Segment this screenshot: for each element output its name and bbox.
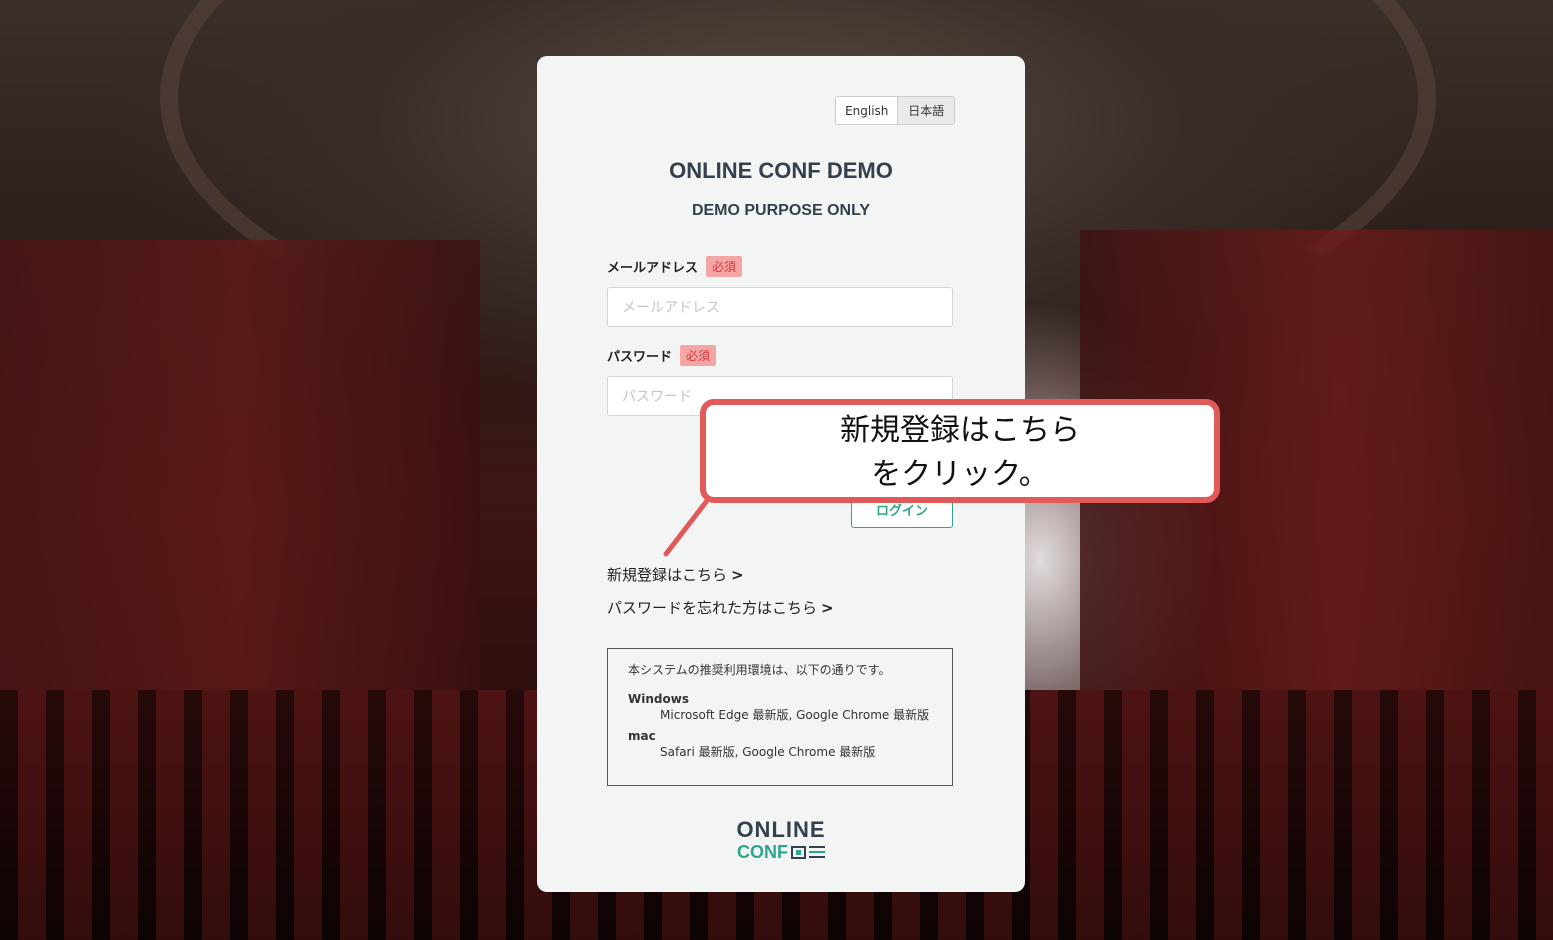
email-label: メールアドレス (607, 261, 699, 276)
lang-english-button[interactable]: English (836, 97, 898, 124)
register-link[interactable]: 新規登録はこちら > (607, 564, 744, 585)
callout-line1: 新規登録はこちら (840, 413, 1080, 448)
logo-screen-icon (791, 845, 806, 859)
email-input[interactable]: メールアドレス (607, 287, 953, 327)
lang-japanese-button[interactable]: 日本語 (897, 97, 954, 124)
logo-line2-text: CONF (737, 842, 788, 862)
chevron-right-icon: > (731, 566, 744, 584)
password-placeholder: パスワード (622, 389, 692, 405)
logo-line1: ONLINE (736, 817, 826, 842)
windows-label: Windows (628, 692, 689, 706)
page-title: ONLINE CONF DEMO (669, 158, 893, 183)
logo-lines-icon (809, 846, 825, 858)
register-link-text: 新規登録はこちら (607, 566, 728, 584)
password-required-badge: 必須 (680, 345, 717, 366)
password-label-row: パスワード 必須 (607, 345, 717, 366)
left-wall (0, 240, 480, 710)
logo-line2: CONF (737, 842, 825, 862)
password-label: パスワード (607, 350, 673, 365)
mac-browsers: Safari 最新版, Google Chrome 最新版 (660, 745, 876, 759)
mac-label: mac (628, 729, 656, 743)
windows-browsers: Microsoft Edge 最新版, Google Chrome 最新版 (660, 708, 930, 722)
forgot-link-text: パスワードを忘れた方はこちら (607, 599, 818, 617)
annotation-callout: 新規登録はこちら をクリック。 (700, 399, 1220, 503)
callout-pointer (663, 499, 709, 557)
online-conf-logo: ONLINE CONF (537, 818, 1025, 862)
page-subtitle: DEMO PURPOSE ONLY (691, 202, 871, 219)
environment-heading: 本システムの推奨利用環境は、以下の通りです。 (628, 663, 891, 677)
chevron-right-icon: > (821, 599, 834, 617)
email-label-row: メールアドレス 必須 (607, 256, 743, 277)
callout-line2: をクリック。 (871, 457, 1049, 492)
email-placeholder: メールアドレス (622, 300, 720, 316)
recommended-environment-box: 本システムの推奨利用環境は、以下の通りです。 Windows Microsoft… (607, 648, 953, 786)
language-switch: English 日本語 (835, 96, 955, 125)
forgot-password-link[interactable]: パスワードを忘れた方はこちら > (607, 597, 834, 618)
email-required-badge: 必須 (706, 256, 743, 277)
